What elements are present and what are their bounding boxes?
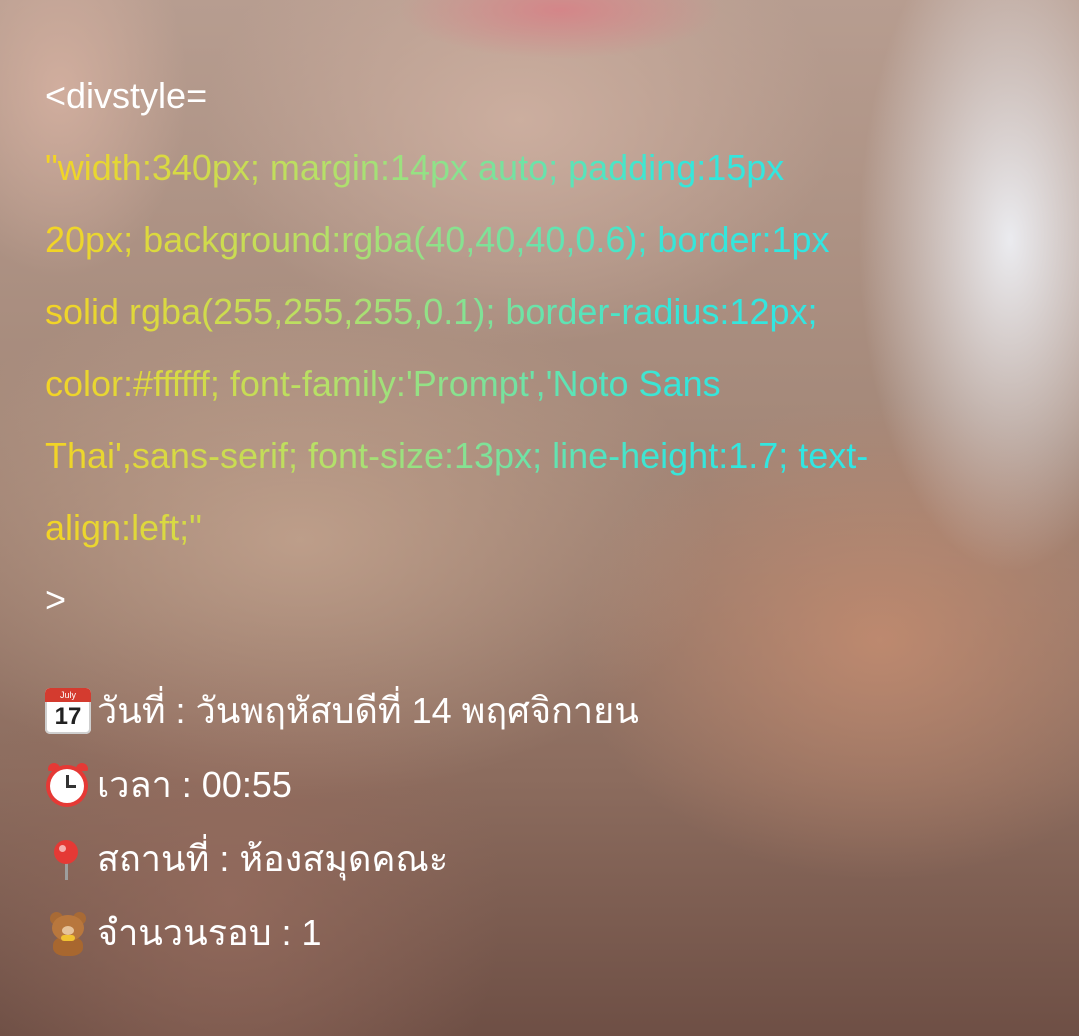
time-row: เวลา : 00:55 [45,748,1045,822]
message-body: <divstyle= "width:340px; margin:14px aut… [45,60,1045,970]
style-line-2: 20px; background:rgba(40,40,40,0.6); bor… [45,204,1045,276]
date-row: July 17 วันที่ : วันพฤหัสบดีที่ 14 พฤศจิ… [45,674,1045,748]
style-line-3: solid rgba(255,255,255,0.1); border-radi… [45,276,1045,348]
date-label: วันที่ : วันพฤหัสบดีที่ 14 พฤศจิกายน [97,690,639,731]
calendar-icon: July 17 [45,688,91,734]
code-open-tag: <divstyle= [45,75,208,116]
style-line-6: align:left;" [45,492,1045,564]
rounds-row: จำนวนรอบ : 1 [45,896,1045,970]
time-label: เวลา : 00:55 [97,764,292,805]
rounds-label: จำนวนรอบ : 1 [97,912,322,953]
calendar-badge: July [45,688,91,702]
alarm-clock-icon [45,762,91,808]
place-label: สถานที่ : ห้องสมุดคณะ [97,838,449,879]
style-line-1: "width:340px; margin:14px auto; padding:… [45,132,1045,204]
style-line-5: Thai',sans-serif; font-size:13px; line-h… [45,420,1045,492]
calendar-day: 17 [54,703,82,730]
style-line-4: color:#ffffff; font-family:'Prompt','Not… [45,348,1045,420]
info-block: July 17 วันที่ : วันพฤหัสบดีที่ 14 พฤศจิ… [45,674,1045,970]
code-close-bracket: > [45,579,67,620]
teddy-bear-icon [45,910,91,956]
pushpin-icon [45,836,91,882]
place-row: สถานที่ : ห้องสมุดคณะ [45,822,1045,896]
